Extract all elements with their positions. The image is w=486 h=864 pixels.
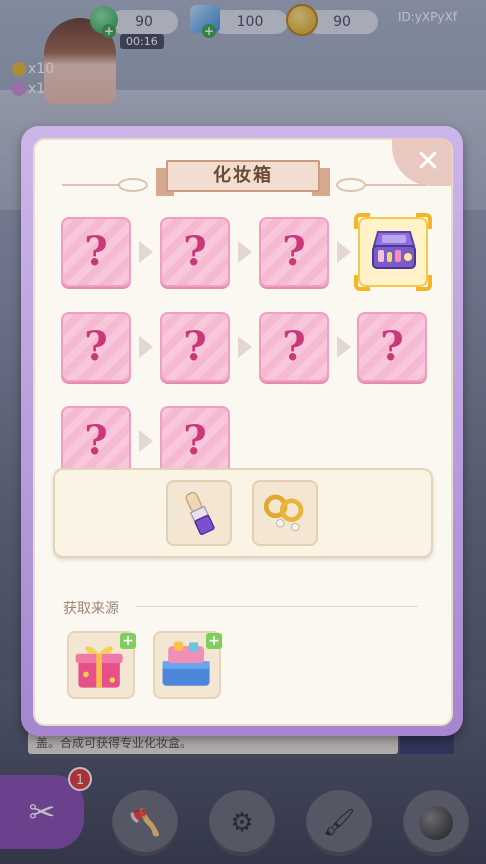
arrow-right-icon bbox=[139, 336, 153, 358]
selection-corner bbox=[354, 275, 370, 291]
chain-slot-locked[interactable]: ? bbox=[357, 312, 427, 382]
earrings-icon bbox=[263, 494, 304, 532]
selection-corner bbox=[354, 213, 370, 229]
question-mark-icon: ? bbox=[380, 323, 404, 370]
question-mark-icon: ? bbox=[84, 417, 108, 464]
chain-slot-locked[interactable]: ? bbox=[61, 312, 131, 382]
question-mark-icon: ? bbox=[282, 228, 306, 275]
item-tooltip bbox=[53, 468, 433, 558]
question-mark-icon: ? bbox=[183, 323, 207, 370]
close-button[interactable]: ✕ bbox=[412, 147, 444, 179]
arrow-right-icon bbox=[337, 241, 351, 263]
chain-slot-locked[interactable]: ? bbox=[61, 217, 131, 287]
arrow-right-icon bbox=[238, 336, 252, 358]
dialog-title: 化妆箱 bbox=[166, 160, 320, 192]
chain-slot-locked[interactable]: ? bbox=[61, 406, 131, 476]
source-divider bbox=[136, 606, 418, 607]
question-mark-icon: ? bbox=[84, 323, 108, 370]
source-section-title: 获取来源 bbox=[63, 601, 119, 617]
arrow-right-icon bbox=[238, 241, 252, 263]
question-mark-icon: ? bbox=[84, 228, 108, 275]
question-mark-icon: ? bbox=[282, 323, 306, 370]
selection-corner bbox=[416, 275, 432, 291]
add-icon: + bbox=[206, 633, 222, 649]
arrow-right-icon bbox=[139, 241, 153, 263]
makeup-case-icon bbox=[372, 231, 416, 269]
chain-slot-locked[interactable]: ? bbox=[259, 217, 329, 287]
chain-slot-locked[interactable]: ? bbox=[160, 406, 230, 476]
add-icon: + bbox=[120, 633, 136, 649]
earrings-item[interactable] bbox=[252, 480, 318, 546]
arrow-right-icon bbox=[139, 430, 153, 452]
title-ornament-right bbox=[336, 178, 366, 192]
selection-corner bbox=[416, 213, 432, 229]
lipstick-icon bbox=[185, 491, 215, 535]
question-mark-icon: ? bbox=[183, 417, 207, 464]
title-divider-right bbox=[366, 184, 426, 186]
chain-slot-locked[interactable]: ? bbox=[160, 217, 230, 287]
lipstick-item[interactable] bbox=[166, 480, 232, 546]
question-mark-icon: ? bbox=[183, 228, 207, 275]
arrow-right-icon bbox=[337, 336, 351, 358]
title-ribbon: 化妆箱 bbox=[156, 160, 330, 196]
title-divider-left bbox=[62, 184, 118, 186]
chain-slot-locked[interactable]: ? bbox=[259, 312, 329, 382]
title-ornament-left bbox=[118, 178, 148, 192]
chain-slot-locked[interactable]: ? bbox=[160, 312, 230, 382]
